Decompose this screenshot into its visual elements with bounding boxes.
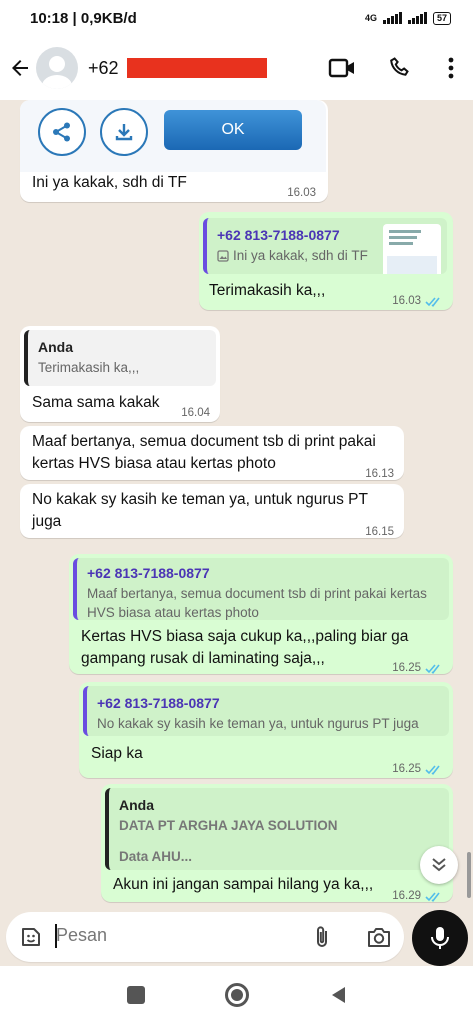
double-check-read-icon: [425, 663, 440, 674]
message-bubble-incoming[interactable]: Anda Terimakasih ka,,, Sama sama kakak 1…: [20, 326, 220, 422]
quoted-text: Terimakasih ka,,,: [38, 360, 140, 375]
kebab-menu-icon: [448, 57, 454, 79]
voice-call-button[interactable]: [383, 51, 417, 85]
quoted-message[interactable]: +62 813-7188-0877 Ini ya kakak, sdh di T…: [203, 218, 447, 274]
message-bubble-outgoing[interactable]: +62 813-7188-0877 No kakak sy kasih ke t…: [79, 682, 453, 778]
sticker-icon[interactable]: [19, 925, 43, 949]
message-composer: Pesan: [0, 908, 473, 966]
quoted-message[interactable]: +62 813-7188-0877 Maaf bertanya, semua d…: [73, 558, 449, 620]
double-chevron-down-icon: [432, 858, 446, 872]
quoted-image-thumbnail: [383, 224, 441, 274]
signal-icon-2: [407, 12, 427, 24]
message-bubble-outgoing[interactable]: +62 813-7188-0877 Ini ya kakak, sdh di T…: [199, 212, 453, 310]
chat-area[interactable]: OK Ini ya kakak, sdh di TF 16.03 +62 813…: [0, 100, 473, 908]
quoted-message[interactable]: +62 813-7188-0877 No kakak sy kasih ke t…: [83, 686, 449, 736]
quoted-sender: Anda: [38, 339, 73, 355]
message-text: Akun ini jangan sampai hilang ya ka,,,: [113, 876, 374, 893]
quoted-text: Maaf bertanya, semua document tsb di pri…: [87, 586, 427, 620]
video-camera-icon: [328, 58, 354, 78]
camera-icon[interactable]: [366, 925, 392, 949]
contact-number-prefix: +62: [88, 57, 119, 78]
status-bar: 10:18 | 0,9KB/d 4G 57: [0, 0, 473, 36]
recent-apps-button[interactable]: [126, 986, 145, 1004]
redacted-number: [126, 58, 267, 78]
message-text: Siap ka: [91, 745, 143, 762]
contact-avatar[interactable]: [36, 47, 78, 89]
contact-name[interactable]: +62: [88, 58, 267, 79]
message-time: 16.25: [392, 662, 421, 674]
share-icon: [38, 108, 86, 156]
microphone-icon: [431, 927, 449, 949]
quoted-text-line-2: Data AHU...: [119, 849, 193, 864]
chat-header: +62: [0, 36, 473, 100]
message-time: 16.29: [392, 890, 421, 902]
double-check-read-icon: [425, 764, 440, 775]
quoted-sender: +62 813-7188-0877: [217, 227, 340, 243]
download-icon: [100, 108, 148, 156]
quoted-text-line-1: DATA PT ARGHA JAYA SOLUTION: [119, 818, 338, 833]
message-time: 16.03: [392, 295, 421, 307]
quoted-message[interactable]: Anda DATA PT ARGHA JAYA SOLUTION Data AH…: [105, 788, 449, 870]
message-time: 16.04: [181, 407, 210, 419]
scrollbar[interactable]: [467, 852, 471, 898]
back-button[interactable]: [2, 36, 38, 100]
message-bubble-incoming[interactable]: OK Ini ya kakak, sdh di TF 16.03: [20, 100, 328, 202]
message-text: Kertas HVS biasa saja cukup ka,,,paling …: [81, 628, 409, 667]
message-bubble-incoming[interactable]: No kakak sy kasih ke teman ya, untuk ngu…: [20, 484, 404, 538]
home-button[interactable]: [224, 983, 249, 1007]
battery-icon: 57: [432, 11, 451, 25]
video-call-button[interactable]: [325, 51, 359, 85]
double-check-read-icon: [425, 296, 440, 307]
quoted-text: No kakak sy kasih ke teman ya, untuk ngu…: [97, 716, 419, 731]
double-check-read-icon: [425, 891, 440, 902]
message-bubble-outgoing[interactable]: Anda DATA PT ARGHA JAYA SOLUTION Data AH…: [101, 784, 453, 902]
status-time: 10:18 | 0,9KB/d: [30, 9, 137, 27]
message-text: Ini ya kakak, sdh di TF: [32, 174, 187, 191]
message-bubble-incoming[interactable]: Maaf bertanya, semua document tsb di pri…: [20, 426, 404, 480]
message-time: 16.03: [287, 187, 316, 199]
arrow-left-icon: [12, 60, 28, 76]
message-text: Maaf bertanya, semua document tsb di pri…: [32, 433, 376, 472]
message-time: 16.25: [392, 763, 421, 775]
message-text: No kakak sy kasih ke teman ya, untuk ngu…: [32, 491, 368, 530]
message-time: 16.13: [365, 468, 394, 480]
system-navigation-bar: [0, 966, 473, 1024]
voice-record-button[interactable]: [412, 910, 468, 966]
message-text: Sama sama kakak: [32, 394, 160, 411]
message-bubble-outgoing[interactable]: +62 813-7188-0877 Maaf bertanya, semua d…: [69, 554, 453, 674]
network-type-label: 4G: [364, 13, 377, 23]
image-preview[interactable]: OK: [20, 100, 326, 172]
signal-icon: [382, 12, 402, 24]
status-indicators: 4G 57: [364, 11, 451, 25]
quoted-text: Ini ya kakak, sdh di TF: [233, 248, 368, 263]
back-triangle-icon[interactable]: [329, 985, 347, 1005]
phone-icon: [390, 57, 409, 76]
photo-icon: [217, 249, 229, 262]
quoted-sender: +62 813-7188-0877: [97, 695, 220, 711]
message-input-box[interactable]: Pesan: [6, 912, 404, 962]
message-time: 16.15: [365, 526, 394, 538]
quoted-message[interactable]: Anda Terimakasih ka,,,: [24, 330, 216, 386]
paperclip-icon[interactable]: [312, 924, 332, 950]
quoted-sender: +62 813-7188-0877: [87, 565, 210, 581]
ok-button-in-image: OK: [164, 110, 302, 150]
quoted-sender: Anda: [119, 797, 154, 813]
message-input-placeholder[interactable]: Pesan: [56, 925, 107, 946]
message-text: Terimakasih ka,,,: [209, 282, 326, 299]
more-options-button[interactable]: [441, 51, 461, 85]
scroll-to-bottom-button[interactable]: [420, 846, 458, 884]
